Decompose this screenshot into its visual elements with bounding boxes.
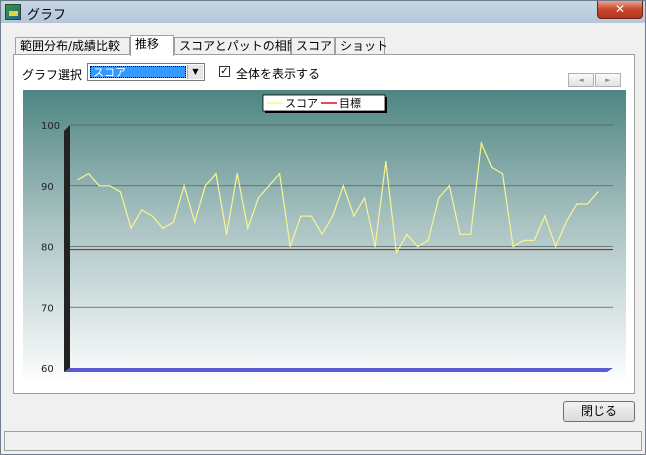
window-close-button[interactable]: ✕ [597,1,643,19]
score-point [353,215,355,217]
score-point [98,185,100,187]
scroll-left-button[interactable]: ◄ [568,73,594,87]
score-point [448,185,450,187]
score-point [257,197,259,199]
window-title: グラフ [27,8,67,23]
score-point [374,245,376,248]
score-point [459,233,461,235]
tab-score[interactable]: スコア [291,37,335,55]
score-point [544,215,546,217]
score-point [533,239,535,241]
legend-label-score: スコア [285,97,318,110]
score-point [236,173,238,175]
graph-select[interactable]: スコア ▼ [87,63,205,81]
score-point [226,233,228,235]
graph-window: グラフ ✕ 範囲分布/成績比較 推移 スコアとパットの相関 スコア ショット グ… [0,0,646,455]
show-all-label: 全体を表示する [236,67,321,81]
y-tick-label: 80 [41,243,54,254]
score-point [310,215,313,217]
score-point [597,191,599,193]
score-point [204,185,206,187]
y-tick-label: 90 [41,182,54,193]
score-point [183,185,185,187]
status-bar [4,431,642,451]
score-point [215,173,217,175]
trend-chart: 100 90 80 70 60 スコア 目標 [23,90,626,385]
chevron-down-icon[interactable]: ▼ [187,65,203,79]
score-point [385,160,387,163]
tab-range-distribution[interactable]: 範囲分布/成績比較 [15,37,130,55]
app-icon [5,4,21,20]
y-tick-label: 60 [41,364,54,375]
tab-shot[interactable]: ショット [335,37,388,55]
score-point [555,245,557,248]
score-point [427,239,429,241]
score-point [576,203,578,205]
tab-score-putt-correlation[interactable]: スコアとパットの相関 [174,37,299,55]
score-point [565,221,567,223]
score-point [268,185,270,187]
trend-panel: グラフ選択 スコア ▼ ✓ 全体を表示する ◄ ► 100 90 80 70 6… [13,54,635,394]
chart-wall [64,125,70,372]
legend-label-target: 目標 [339,96,361,110]
y-tick-label: 70 [41,303,54,314]
score-point [289,245,291,248]
score-point [332,215,334,217]
y-tick-label: 100 [41,121,60,132]
score-point [470,233,472,235]
score-point [141,209,143,211]
score-point [172,221,175,223]
score-point [395,252,397,254]
score-point [151,215,153,217]
score-point [501,173,504,175]
score-point [279,173,281,175]
graph-select-value: スコア [90,66,186,79]
scroll-right-button[interactable]: ► [595,73,621,87]
score-point [417,245,419,248]
score-point [342,185,344,187]
score-point [119,191,121,193]
chart-floor [64,368,613,372]
title-bar: グラフ ✕ [1,1,645,23]
score-point [586,203,589,205]
score-point [523,239,525,241]
score-point [438,197,440,199]
window-client: 範囲分布/成績比較 推移 スコアとパットの相関 スコア ショット グラフ選択 ス… [7,25,639,425]
score-point [247,227,249,229]
score-point [480,142,482,144]
score-point [512,245,514,248]
score-point [77,179,79,181]
score-point [363,197,366,199]
graph-select-label: グラフ選択 [22,68,83,82]
tab-trend[interactable]: 推移 [130,35,174,56]
close-button[interactable]: 閉じる [563,401,635,422]
score-point [162,227,164,229]
score-point [194,221,196,223]
score-point [406,233,408,235]
score-point [300,215,302,217]
score-point [88,173,90,175]
show-all-checkbox[interactable]: ✓ [219,66,230,77]
score-point [321,233,323,235]
score-point [491,166,493,169]
score-point [130,227,132,229]
score-point [109,185,111,187]
